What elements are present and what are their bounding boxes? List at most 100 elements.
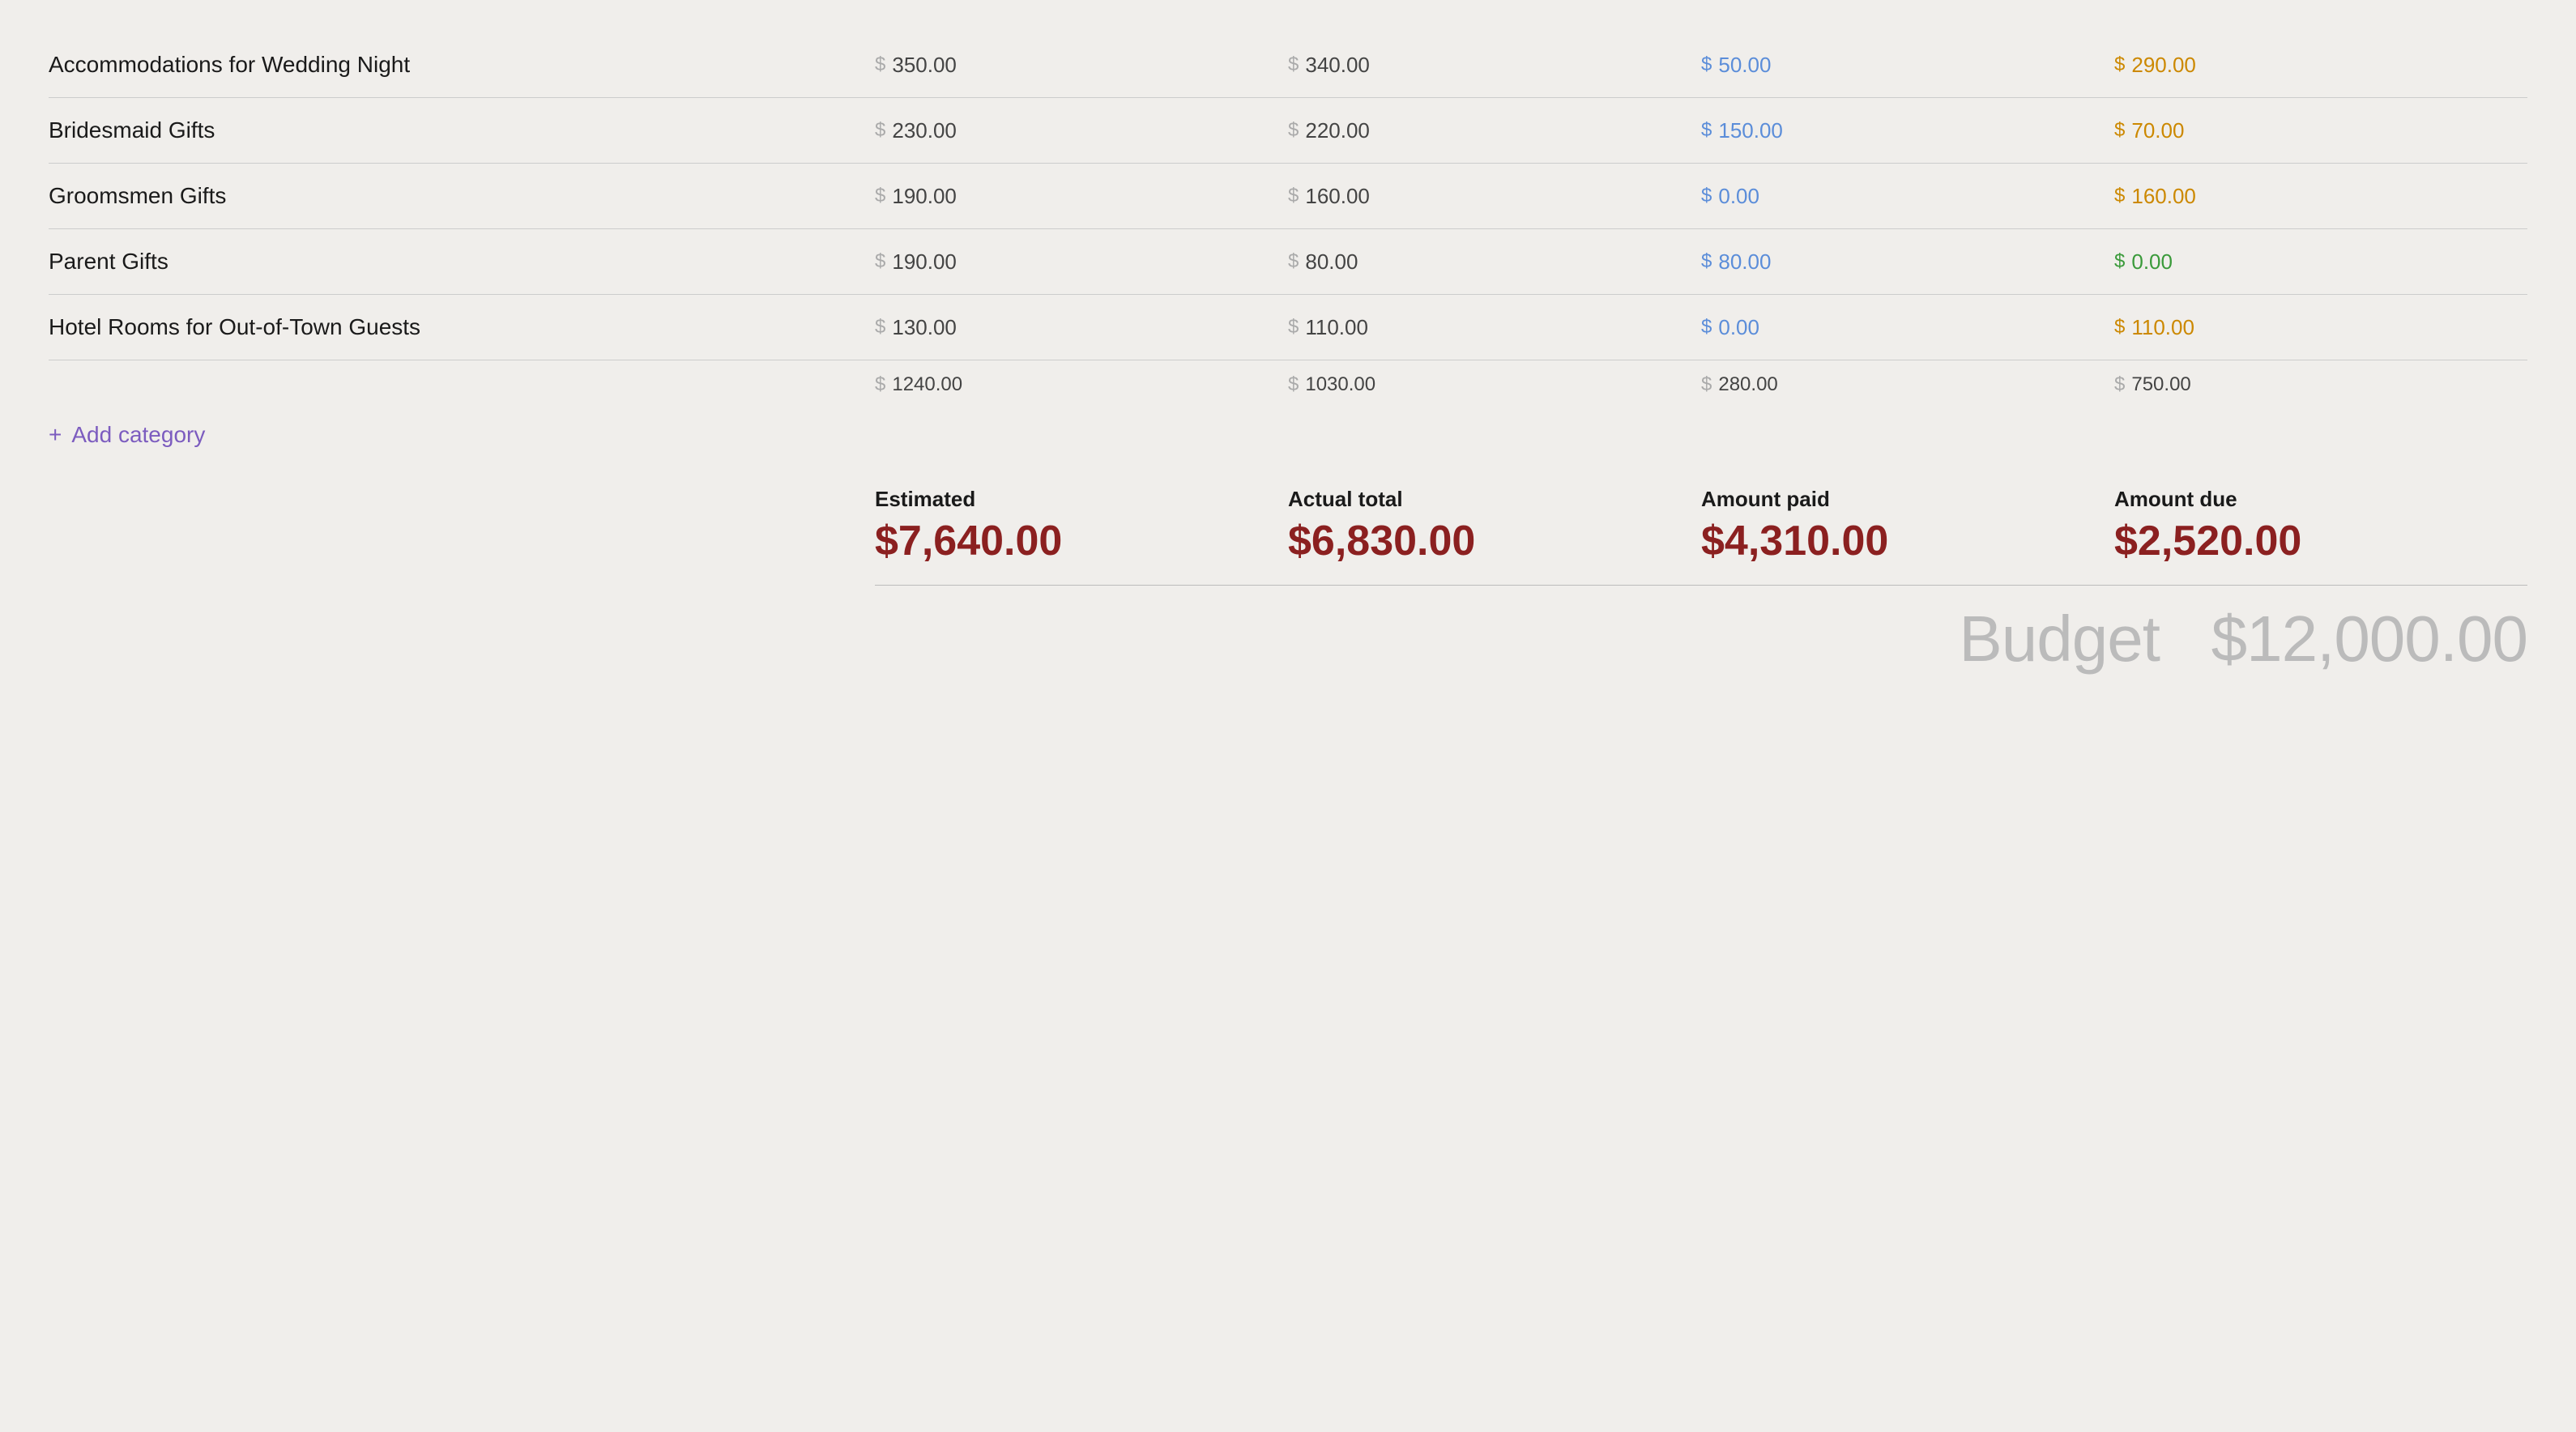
actual-cell: $ 160.00 bbox=[1288, 184, 1701, 209]
due-value: 290.00 bbox=[2131, 53, 2196, 78]
currency-symbol: $ bbox=[1701, 185, 1712, 207]
currency-symbol: $ bbox=[1701, 250, 1712, 273]
currency-symbol: $ bbox=[875, 185, 885, 207]
budget-footer: Budget $12,000.00 bbox=[49, 602, 2527, 676]
summary-due: Amount due $2,520.00 bbox=[2114, 487, 2527, 565]
currency-symbol: $ bbox=[875, 53, 885, 76]
currency-symbol: $ bbox=[875, 373, 885, 396]
actual-value: 220.00 bbox=[1305, 118, 1370, 143]
estimated-value: 190.00 bbox=[892, 184, 957, 209]
summary-actual-value: $6,830.00 bbox=[1288, 517, 1701, 565]
currency-symbol: $ bbox=[2114, 53, 2125, 76]
summary-paid-value: $4,310.00 bbox=[1701, 517, 2114, 565]
estimated-cell: $ 190.00 bbox=[875, 184, 1288, 209]
section-totals-row: $ 1240.00 $ 1030.00 $ 280.00 $ 750.00 bbox=[49, 360, 2527, 399]
category-name: Hotel Rooms for Out-of-Town Guests bbox=[49, 314, 875, 340]
budget-table: Accommodations for Wedding Night $ 350.0… bbox=[49, 32, 2527, 676]
paid-cell: $ 0.00 bbox=[1701, 315, 2114, 340]
due-cell: $ 0.00 bbox=[2114, 249, 2527, 275]
section-total-paid-value: 280.00 bbox=[1718, 373, 1777, 396]
summary-paid: Amount paid $4,310.00 bbox=[1701, 487, 2114, 565]
budget-value: $12,000.00 bbox=[2211, 603, 2527, 675]
due-value: 110.00 bbox=[2131, 315, 2194, 340]
actual-value: 340.00 bbox=[1305, 53, 1370, 78]
paid-value: 0.00 bbox=[1718, 315, 1759, 340]
table-row: Accommodations for Wedding Night $ 350.0… bbox=[49, 32, 2527, 98]
summary-due-label: Amount due bbox=[2114, 487, 2527, 512]
divider-row bbox=[49, 578, 2527, 586]
due-cell: $ 290.00 bbox=[2114, 53, 2527, 78]
estimated-value: 350.00 bbox=[892, 53, 957, 78]
currency-symbol: $ bbox=[1288, 185, 1299, 207]
actual-cell: $ 340.00 bbox=[1288, 53, 1701, 78]
paid-cell: $ 0.00 bbox=[1701, 184, 2114, 209]
estimated-cell: $ 230.00 bbox=[875, 118, 1288, 143]
due-value: 160.00 bbox=[2131, 184, 2196, 209]
currency-symbol: $ bbox=[1701, 53, 1712, 76]
actual-value: 160.00 bbox=[1305, 184, 1370, 209]
due-cell: $ 110.00 bbox=[2114, 315, 2527, 340]
currency-symbol: $ bbox=[1288, 119, 1299, 142]
summary-due-value: $2,520.00 bbox=[2114, 517, 2527, 565]
actual-value: 80.00 bbox=[1305, 249, 1358, 275]
summary-paid-label: Amount paid bbox=[1701, 487, 2114, 512]
category-name: Accommodations for Wedding Night bbox=[49, 52, 875, 78]
actual-cell: $ 110.00 bbox=[1288, 315, 1701, 340]
paid-cell: $ 50.00 bbox=[1701, 53, 2114, 78]
currency-symbol: $ bbox=[1288, 53, 1299, 76]
category-name: Parent Gifts bbox=[49, 249, 875, 275]
section-total-paid: $ 280.00 bbox=[1701, 373, 2114, 396]
budget-total-text: Budget $12,000.00 bbox=[1959, 602, 2527, 676]
estimated-cell: $ 350.00 bbox=[875, 53, 1288, 78]
currency-symbol: $ bbox=[1701, 373, 1712, 396]
currency-symbol: $ bbox=[1288, 316, 1299, 339]
currency-symbol: $ bbox=[1701, 316, 1712, 339]
table-row: Parent Gifts $ 190.00 $ 80.00 $ 80.00 $ … bbox=[49, 229, 2527, 295]
section-total-estimated-value: 1240.00 bbox=[892, 373, 962, 396]
table-row: Bridesmaid Gifts $ 230.00 $ 220.00 $ 150… bbox=[49, 98, 2527, 164]
paid-cell: $ 80.00 bbox=[1701, 249, 2114, 275]
actual-cell: $ 80.00 bbox=[1288, 249, 1701, 275]
summary-actual-label: Actual total bbox=[1288, 487, 1701, 512]
estimated-value: 130.00 bbox=[892, 315, 957, 340]
currency-symbol: $ bbox=[2114, 316, 2125, 339]
category-name: Bridesmaid Gifts bbox=[49, 117, 875, 143]
currency-symbol: $ bbox=[1288, 250, 1299, 273]
paid-value: 80.00 bbox=[1718, 249, 1771, 275]
budget-label: Budget bbox=[1959, 603, 2160, 675]
summary-estimated-label: Estimated bbox=[875, 487, 1288, 512]
paid-value: 0.00 bbox=[1718, 184, 1759, 209]
estimated-value: 230.00 bbox=[892, 118, 957, 143]
currency-symbol: $ bbox=[1701, 119, 1712, 142]
actual-value: 110.00 bbox=[1305, 315, 1368, 340]
summary-actual: Actual total $6,830.00 bbox=[1288, 487, 1701, 565]
add-category-label[interactable]: Add category bbox=[71, 422, 205, 448]
summary-section: Estimated $7,640.00 Actual total $6,830.… bbox=[49, 487, 2527, 565]
currency-symbol: $ bbox=[2114, 250, 2125, 273]
estimated-cell: $ 130.00 bbox=[875, 315, 1288, 340]
currency-symbol: $ bbox=[2114, 119, 2125, 142]
currency-symbol: $ bbox=[1288, 373, 1299, 396]
currency-symbol: $ bbox=[875, 250, 885, 273]
table-row: Groomsmen Gifts $ 190.00 $ 160.00 $ 0.00… bbox=[49, 164, 2527, 229]
rows-container: Accommodations for Wedding Night $ 350.0… bbox=[49, 32, 2527, 360]
paid-cell: $ 150.00 bbox=[1701, 118, 2114, 143]
due-value: 0.00 bbox=[2131, 249, 2173, 275]
due-cell: $ 160.00 bbox=[2114, 184, 2527, 209]
divider-line bbox=[875, 585, 2527, 586]
currency-symbol: $ bbox=[2114, 185, 2125, 207]
summary-estimated-value: $7,640.00 bbox=[875, 517, 1288, 565]
section-total-due: $ 750.00 bbox=[2114, 373, 2527, 396]
section-total-due-value: 750.00 bbox=[2131, 373, 2190, 396]
add-category-row[interactable]: + Add category bbox=[49, 399, 2527, 471]
due-cell: $ 70.00 bbox=[2114, 118, 2527, 143]
currency-symbol: $ bbox=[2114, 373, 2125, 396]
add-category-icon: + bbox=[49, 422, 62, 448]
paid-value: 150.00 bbox=[1718, 118, 1783, 143]
actual-cell: $ 220.00 bbox=[1288, 118, 1701, 143]
category-name: Groomsmen Gifts bbox=[49, 183, 875, 209]
summary-estimated: Estimated $7,640.00 bbox=[875, 487, 1288, 565]
estimated-cell: $ 190.00 bbox=[875, 249, 1288, 275]
due-value: 70.00 bbox=[2131, 118, 2184, 143]
section-total-actual-value: 1030.00 bbox=[1305, 373, 1375, 396]
